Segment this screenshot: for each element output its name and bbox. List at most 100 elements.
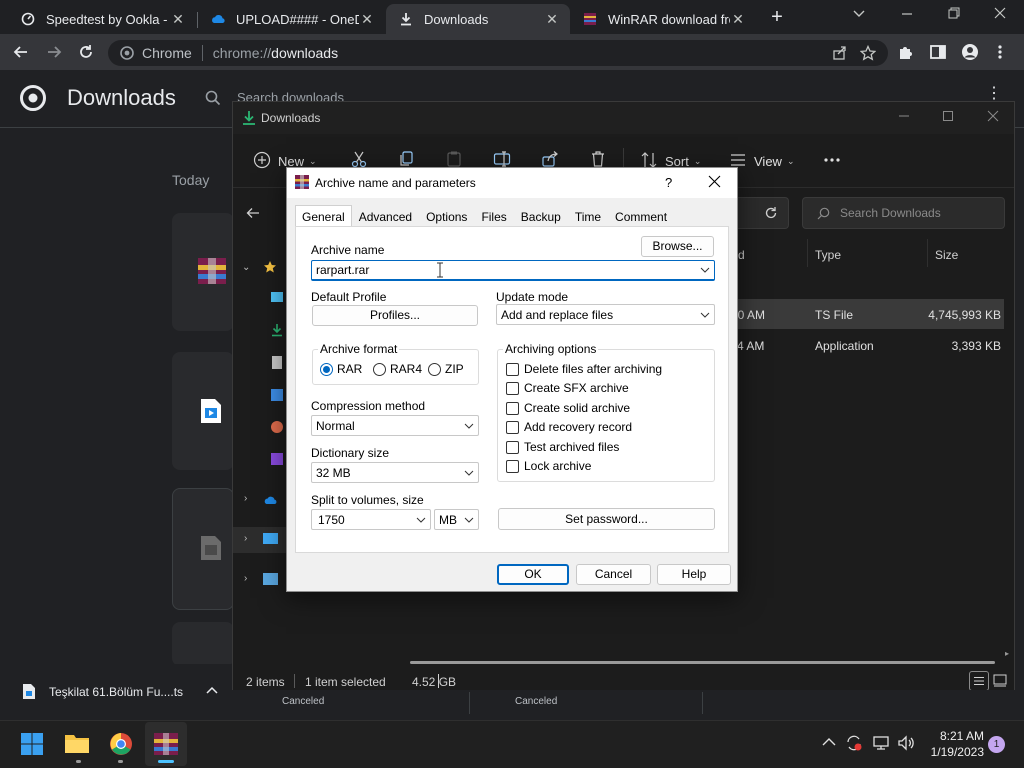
network-icon[interactable] [872,735,890,751]
help-dialog-button[interactable]: Help [657,564,731,585]
clock-time[interactable]: 8:21 AM [924,729,984,743]
copy-icon[interactable] [398,150,416,168]
tab-backup[interactable]: Backup [514,205,568,227]
column-header-date[interactable]: d [738,248,745,262]
minimize-icon[interactable] [898,110,910,122]
cut-icon[interactable] [350,150,368,168]
shelf-file-name[interactable]: Teşkilat 61.Bölüm Fu....ts [49,685,183,699]
column-header-size[interactable]: Size [935,248,958,262]
split-unit-select[interactable]: MB [434,509,479,530]
split-size-value: 1750 [318,512,345,527]
chevron-right-icon[interactable]: › [244,533,247,544]
compression-select[interactable]: Normal [311,415,479,436]
tab-search-icon[interactable] [852,8,872,24]
column-header-type[interactable]: Type [815,248,841,262]
share-icon[interactable] [541,150,559,168]
option-create-sfx-checkbox[interactable]: Create SFX archive [506,379,629,397]
maximize-icon[interactable] [942,110,954,122]
close-icon[interactable]: ✕ [730,11,746,27]
option-lock-archive-checkbox[interactable]: Lock archive [506,457,591,475]
set-password-button[interactable]: Set password... [498,508,715,530]
option-delete-files-checkbox[interactable]: Delete files after archiving [506,360,662,378]
tab-options[interactable]: Options [419,205,474,227]
back-icon[interactable] [246,206,260,220]
tab-general[interactable]: General [295,205,352,227]
chevron-down-icon[interactable] [696,267,714,273]
downloads-menu-icon[interactable]: ⋮ [986,86,1002,102]
new-tab-button[interactable]: + [766,7,788,27]
format-rar-radio[interactable]: RAR [320,360,362,378]
chevron-right-icon[interactable]: › [244,493,247,504]
restore-icon[interactable] [947,6,965,24]
rename-icon[interactable] [493,150,511,168]
tab-time[interactable]: Time [568,205,608,227]
thumbnail-view-icon[interactable] [993,673,1007,687]
close-icon[interactable] [987,110,999,122]
cancel-button[interactable]: Cancel [576,564,651,585]
explorer-search-box[interactable]: Search Downloads [802,197,1005,229]
chrome-menu-icon[interactable] [997,43,1003,61]
chevron-down-icon[interactable] [412,517,430,523]
tab-winrar[interactable]: WinRAR download free ✕ [570,4,756,34]
clock-date[interactable]: 1/19/2023 [916,745,984,759]
address-bar[interactable]: Chrome chrome:// downloads [108,40,888,66]
tab-files[interactable]: Files [474,205,513,227]
details-view-icon[interactable] [969,671,989,691]
refresh-icon[interactable] [764,206,778,220]
chrome-icon[interactable] [109,732,133,756]
close-icon[interactable]: ✕ [544,11,560,27]
update-mode-select[interactable]: Add and replace files [496,304,715,325]
explorer-search-placeholder: Search Downloads [840,206,941,220]
extensions-icon[interactable] [897,43,915,61]
share-icon[interactable] [832,45,848,61]
option-solid-archive-checkbox[interactable]: Create solid archive [506,399,630,417]
paste-icon[interactable] [445,150,463,168]
dictionary-select[interactable]: 32 MB [311,462,479,483]
tab-comment[interactable]: Comment [608,205,674,227]
horizontal-scrollbar[interactable] [410,661,995,664]
forward-icon[interactable] [45,43,63,61]
row-type: TS File [815,308,854,322]
scroll-right-icon[interactable]: ▸ [1005,649,1011,659]
tab-label: Speedtest by Ookla - Th [46,11,170,27]
archive-name-input[interactable]: rarpart.rar [311,260,715,281]
profile-icon[interactable] [961,43,979,61]
close-icon[interactable]: ✕ [359,11,375,27]
notification-badge[interactable]: 1 [988,736,1005,753]
close-window-icon[interactable] [993,6,1011,24]
view-button[interactable]: View ⌄ [729,150,795,169]
option-recovery-record-checkbox[interactable]: Add recovery record [506,418,632,436]
chevron-up-icon[interactable] [822,737,836,747]
tab-onedrive[interactable]: UPLOAD#### - OneDrive ✕ [198,4,385,34]
close-icon[interactable] [708,175,721,188]
tab-advanced[interactable]: Advanced [352,205,419,227]
download-card[interactable] [172,622,234,666]
back-icon[interactable] [12,43,30,61]
minimize-icon[interactable] [900,6,918,24]
chevron-down-icon [460,517,478,523]
windows-start-icon[interactable] [20,732,44,756]
profiles-button[interactable]: Profiles... [312,305,478,326]
ok-button[interactable]: OK [497,564,569,585]
tab-downloads[interactable]: Downloads ✕ [386,4,570,34]
reload-icon[interactable] [77,43,95,61]
close-icon[interactable]: ✕ [170,11,186,27]
sync-icon[interactable] [845,734,863,752]
chevron-right-icon[interactable]: › [244,573,247,584]
bookmark-star-icon[interactable] [860,45,876,61]
delete-icon[interactable] [589,150,607,168]
side-panel-icon[interactable] [929,43,947,61]
format-rar4-radio[interactable]: RAR4 [373,360,422,378]
format-zip-radio[interactable]: ZIP [428,360,464,378]
file-explorer-icon[interactable] [64,732,90,754]
more-options-icon[interactable] [823,157,841,163]
browse-button[interactable]: Browse... [641,236,714,257]
chevron-down-icon[interactable]: ⌄ [242,262,250,273]
split-size-input[interactable]: 1750 [311,509,431,530]
chevron-up-icon[interactable] [206,686,218,694]
media-file-icon [200,535,222,561]
tab-speedtest[interactable]: Speedtest by Ookla - Th ✕ [8,4,196,34]
option-test-files-checkbox[interactable]: Test archived files [506,438,619,456]
help-button[interactable]: ? [665,175,672,190]
volume-icon[interactable] [897,735,915,751]
